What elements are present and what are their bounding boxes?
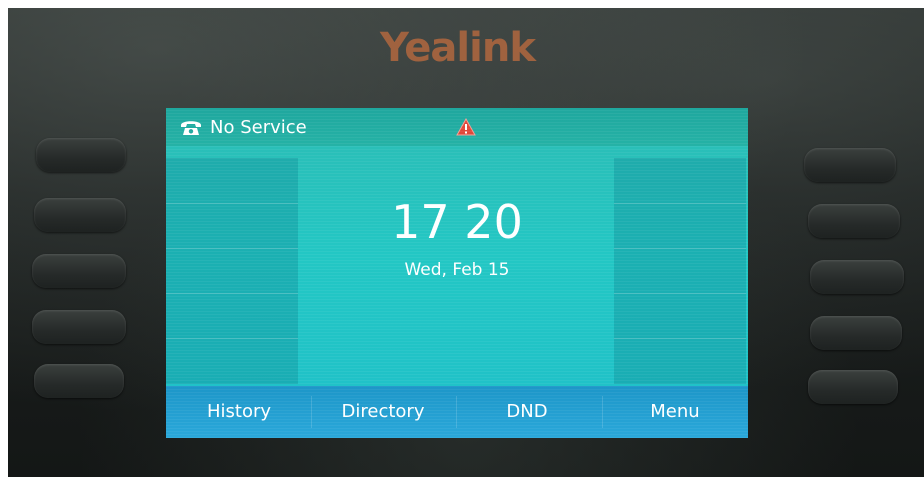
- clock-date: Wed, Feb 15: [404, 260, 510, 280]
- photo-frame: Yealink No Service 17 20 Wed, Feb 15 His…: [0, 0, 924, 477]
- line-key-left-5[interactable]: [34, 364, 124, 398]
- line-key-right-4[interactable]: [810, 316, 902, 350]
- phone-screen: No Service 17 20 Wed, Feb 15 History Dir…: [166, 108, 748, 438]
- line-key-right-2[interactable]: [808, 204, 900, 238]
- status-bar: No Service: [166, 108, 748, 146]
- clock-time: 17 20: [391, 195, 523, 249]
- softkey-history[interactable]: History: [174, 386, 304, 438]
- brand-logo: Yealink: [380, 25, 536, 71]
- status-label: No Service: [210, 117, 307, 138]
- line-key-right-5[interactable]: [808, 370, 898, 404]
- line-key-right-1[interactable]: [804, 148, 896, 182]
- line-key-left-3[interactable]: [32, 254, 126, 288]
- softkey-menu[interactable]: Menu: [610, 386, 740, 438]
- line-key-left-1[interactable]: [36, 138, 126, 172]
- softkey-directory[interactable]: Directory: [318, 386, 448, 438]
- telephone-icon: [180, 118, 202, 136]
- line-key-left-2[interactable]: [34, 198, 126, 232]
- warning-icon: [456, 117, 476, 136]
- line-key-left-4[interactable]: [32, 310, 126, 344]
- right-line-panel: [614, 158, 746, 384]
- softkey-dnd[interactable]: DND: [462, 386, 592, 438]
- line-key-right-3[interactable]: [810, 260, 904, 294]
- softkey-bar: History Directory DND Menu: [166, 386, 748, 438]
- left-line-panel: [166, 158, 298, 384]
